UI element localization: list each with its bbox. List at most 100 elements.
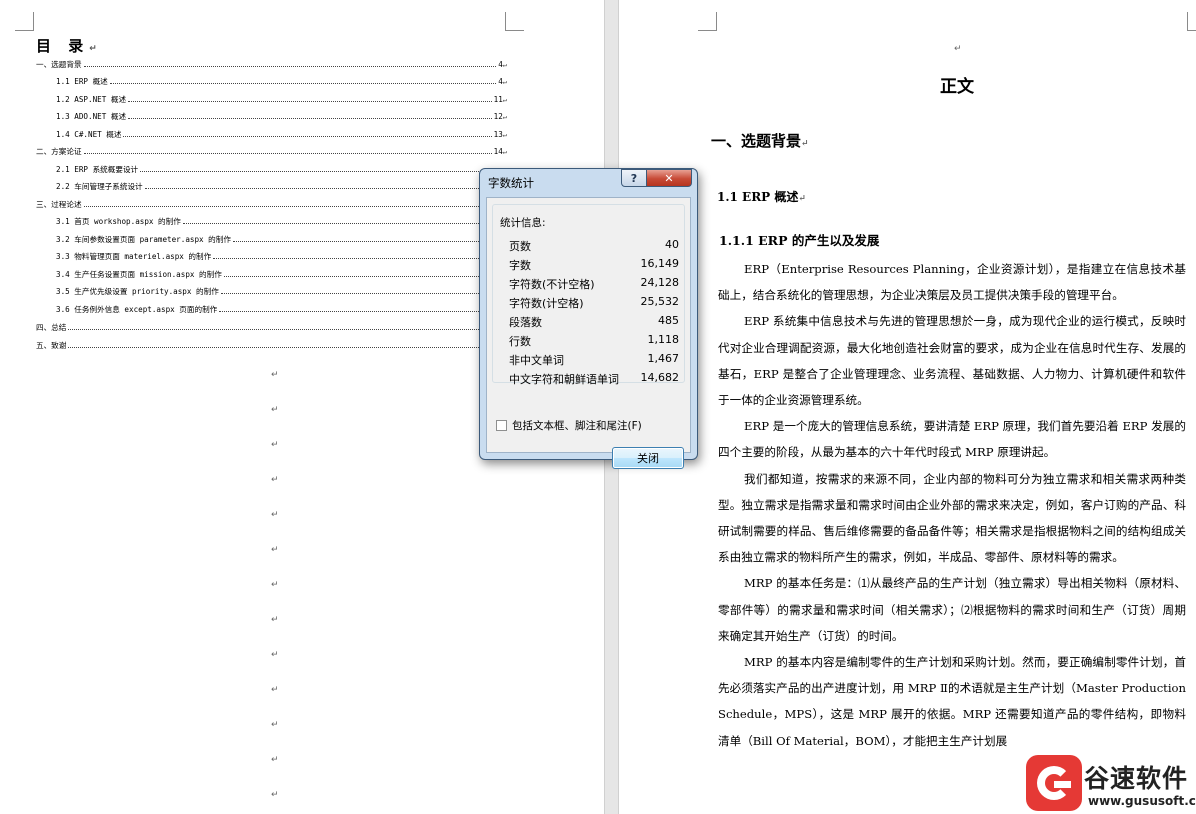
toc-leader: [232, 241, 501, 242]
toc-entry-text: 一、选题背景: [36, 60, 82, 69]
paragraph-mark: ↵: [271, 440, 279, 450]
document-title: 正文: [940, 77, 974, 97]
stat-row: 字数 16,149: [509, 257, 679, 272]
statistics-group: 统计信息: 页数 40 字数 16,149 字符数(不计空格) 24,128 字符数(…: [492, 204, 685, 386]
toc-entry-text: 3.2 车间参数设置页面 parameter.aspx 的制作: [56, 235, 231, 244]
toc-entry[interactable]: 四、总结↵: [36, 323, 507, 333]
paragraph-mark: ↵: [502, 78, 507, 86]
toc-entry-text: 五、致谢: [36, 341, 67, 350]
toc-page-number: 14: [493, 147, 503, 156]
paragraph-mark: ↵: [502, 61, 507, 69]
body-text: ERP（Enterprise Resources Planning，企业资源计划…: [718, 256, 1186, 754]
toc-entry[interactable]: 3.4 生产任务设置页面 mission.aspx 的制作↵: [56, 270, 507, 280]
toc-leader: [144, 188, 501, 189]
stat-row: 字符数(不计空格) 24,128: [509, 276, 679, 291]
paragraph-mark: ↵: [502, 131, 507, 139]
toc-entry[interactable]: 3.3 物料管理页面 materiel.aspx 的制作↵: [56, 252, 507, 262]
paragraph-mark: ↵: [502, 148, 507, 156]
paragraph-mark: ↵: [271, 475, 279, 485]
toc-page-number: 11: [493, 95, 503, 104]
body-paragraph: MRP 的基本内容是编制零件的生产计划和采购计划。然而，要正确编制零件计划，首先…: [718, 655, 1186, 748]
page-corner-mark: [1187, 12, 1196, 31]
toc-entry[interactable]: 3.5 生产优先级设置 priority.aspx 的制作↵: [56, 287, 507, 297]
toc-entry[interactable]: 2.1 ERP 系统概要设计↵: [56, 165, 507, 175]
toc-leader: [68, 329, 501, 330]
toc-entry-text: 3.6 任务例外信息 except.aspx 页面的制作: [56, 305, 218, 314]
paragraph-mark: ↵: [271, 790, 279, 800]
heading-1: 一、选题背景↵: [711, 132, 809, 150]
help-button[interactable]: ?: [621, 169, 647, 187]
title-close-button[interactable]: ✕: [646, 169, 692, 187]
stat-row: 中文字符和朝鲜语单词 14,682: [509, 371, 679, 386]
toc-leader: [128, 118, 492, 119]
stat-row: 页数 40: [509, 238, 679, 253]
toc-entry[interactable]: 1.3 ADO.NET 概述 12 ↵: [56, 112, 507, 122]
toc-entry[interactable]: 二、方案论证 14 ↵: [36, 147, 507, 157]
toc-entry-text: 3.5 生产优先级设置 priority.aspx 的制作: [56, 287, 219, 296]
paragraph-mark: ↵: [271, 580, 279, 590]
close-icon: ✕: [664, 171, 674, 185]
toc-entry[interactable]: 3.2 车间参数设置页面 parameter.aspx 的制作↵: [56, 235, 507, 245]
toc-leader: [219, 311, 501, 312]
toc-entry[interactable]: 1.2 ASP.NET 概述 11 ↵: [56, 95, 507, 105]
body-paragraph: ERP 系统集中信息技术与先进的管理思想於一身，成为现代企业的运行模式，反映时代…: [718, 314, 1186, 408]
toc-leader: [123, 136, 492, 137]
heading-2: 1.1 ERP 概述↵: [717, 190, 806, 204]
help-icon: ?: [630, 171, 638, 185]
stat-row: 字符数(计空格) 25,532: [509, 295, 679, 310]
paragraph-mark: ↵: [271, 650, 279, 660]
toc-entry[interactable]: 3.6 任务例外信息 except.aspx 页面的制作↵: [56, 305, 507, 315]
body-paragraph: 我们都知道，按需求的来源不同，企业内部的物料可分为独立需求和相关需求两种类型。独…: [718, 471, 1186, 565]
toc-entry-text: 1.2 ASP.NET 概述: [56, 95, 127, 104]
watermark-url: www.gususoft.com: [1088, 794, 1196, 808]
toc-leader: [213, 258, 501, 259]
stat-row: 段落数 485: [509, 314, 679, 329]
watermark-name: 谷速软件: [1084, 764, 1189, 793]
toc-leader: [109, 83, 497, 84]
include-textboxes-checkbox[interactable]: 包括文本框、脚注和尾注(F): [496, 418, 642, 433]
toc-entry[interactable]: 2.2 车间管理子系统设计↵: [56, 182, 507, 192]
stat-row: 行数 1,118: [509, 333, 679, 348]
statistics-label: 统计信息:: [500, 217, 546, 229]
paragraph-mark: ↵: [271, 510, 279, 520]
toc-leader: [83, 66, 497, 67]
toc-leader: [140, 171, 501, 172]
toc-entry[interactable]: 五、致谢↵: [36, 341, 507, 351]
word-count-dialog: 字数统计 ? ✕ 统计信息: 页数 40 字数 16,149 字符数(不计空格) 24…: [479, 168, 698, 469]
toc-leader: [83, 206, 501, 207]
toc-entry[interactable]: 三、过程论述↵: [36, 200, 507, 210]
toc-leader: [83, 153, 492, 154]
toc-leader: [223, 276, 501, 277]
checkbox-box[interactable]: [496, 420, 507, 431]
toc-entry-text: 3.3 物料管理页面 materiel.aspx 的制作: [56, 252, 212, 261]
paragraph-mark: ↵: [271, 685, 279, 695]
toc-entry[interactable]: 3.1 首页 workshop.aspx 的制作↵: [56, 217, 507, 227]
paragraph-mark: ↵: [502, 113, 507, 121]
toc-entry-text: 2.1 ERP 系统概要设计: [56, 165, 139, 174]
toc-entry[interactable]: 一、选题背景 4 ↵: [36, 60, 507, 70]
close-button[interactable]: 关闭: [612, 447, 684, 469]
body-paragraph: ERP（Enterprise Resources Planning，企业资源计划…: [718, 262, 1186, 303]
toc-entry-text: 2.2 车间管理子系统设计: [56, 182, 143, 191]
page-corner-mark: [698, 12, 717, 31]
watermark-logo: 谷速软件 www.gususoft.com: [1026, 751, 1196, 814]
dialog-titlebar[interactable]: 字数统计 ? ✕: [480, 169, 697, 195]
page-corner-mark: [505, 12, 524, 31]
toc-entry-text: 3.4 生产任务设置页面 mission.aspx 的制作: [56, 270, 222, 279]
dialog-client: 统计信息: 页数 40 字数 16,149 字符数(不计空格) 24,128 字符数(…: [486, 197, 691, 469]
toc-entry-text: 四、总结: [36, 323, 67, 332]
toc-entry-text: 1.3 ADO.NET 概述: [56, 112, 127, 121]
toc-entry-text: 1.4 C#.NET 概述: [56, 130, 122, 139]
toc-page-number: 12: [493, 112, 503, 121]
toc-entry[interactable]: 1.1 ERP 概述 4 ↵: [56, 77, 507, 87]
toc-entry-text: 1.1 ERP 概述: [56, 77, 108, 86]
toc-page-number: 13: [493, 130, 503, 139]
body-paragraph: MRP 的基本任务是：⑴从最终产品的生产计划（独立需求）导出相关物料（原材料、零…: [718, 576, 1186, 643]
toc-title: 目 录↵: [36, 37, 97, 55]
paragraph-mark: ↵: [271, 545, 279, 555]
brand-logo-icon: [1026, 755, 1082, 811]
toc-leader: [182, 223, 501, 224]
stat-row: 非中文单词 1,467: [509, 352, 679, 367]
dialog-title: 字数统计: [488, 176, 534, 190]
toc-entry[interactable]: 1.4 C#.NET 概述 13 ↵: [56, 130, 507, 140]
